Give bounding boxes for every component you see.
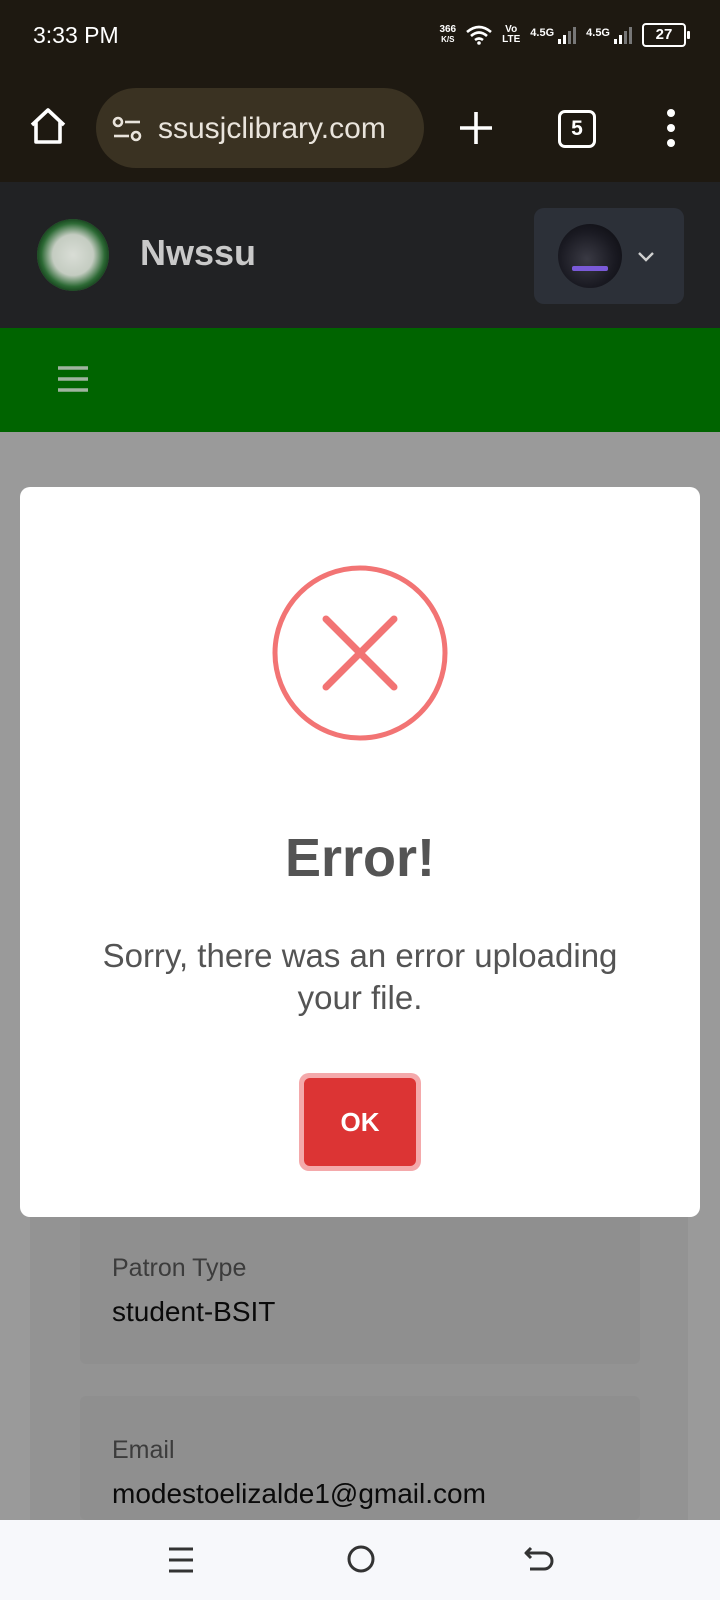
error-x-icon — [272, 565, 448, 741]
status-time: 3:33 PM — [33, 22, 119, 48]
field-label: Email — [112, 1436, 175, 1464]
error-dialog: Error! Sorry, there was an error uploadi… — [20, 487, 700, 1217]
network-speed-unit: K/S — [441, 35, 455, 44]
url-text[interactable]: ssusjclibrary.com — [158, 112, 416, 146]
signal-bar-icon — [568, 30, 572, 44]
back-icon[interactable] — [522, 1542, 556, 1576]
tab-switcher-button[interactable]: 5 — [558, 110, 596, 148]
field-label: Patron Type — [112, 1254, 247, 1282]
field-value: modestoelizalde1@gmail.com — [112, 1478, 486, 1509]
field-value: student-BSIT — [112, 1296, 276, 1327]
chevron-down-icon — [638, 252, 654, 262]
signal-2-label: 4.5G — [586, 26, 610, 39]
recent-apps-icon[interactable] — [166, 1544, 196, 1576]
volte-indicator: Vo LTE — [502, 25, 520, 45]
signal-bar-icon — [614, 38, 617, 44]
home-icon[interactable] — [26, 104, 70, 148]
signal-bar-icon — [619, 34, 622, 44]
site-title[interactable]: Nwssu — [140, 232, 256, 274]
profile-field-patron-type: Patron Type student-BSIT — [80, 1210, 640, 1364]
signal-strength-1: 4.5G — [530, 26, 577, 44]
wifi-icon — [466, 25, 492, 45]
profile-field-email: Email modestoelizalde1@gmail.com — [80, 1396, 640, 1520]
ok-button-focus-ring: OK — [299, 1073, 421, 1171]
home-circle-icon[interactable] — [346, 1544, 376, 1574]
avatar — [558, 224, 622, 288]
browser-toolbar: ssusjclibrary.com 5 — [0, 76, 720, 182]
site-header: Nwssu — [0, 182, 720, 328]
dialog-message: Sorry, there was an error uploading your… — [102, 937, 618, 1016]
new-tab-icon[interactable] — [456, 108, 496, 148]
battery-icon: 27 — [642, 23, 690, 47]
ok-button[interactable]: OK — [304, 1078, 416, 1166]
signal-bar-icon — [563, 34, 567, 44]
nav-bar-green — [0, 328, 720, 432]
site-settings-icon[interactable] — [112, 116, 142, 142]
signal-1-label: 4.5G — [530, 26, 555, 39]
signal-bar-icon — [573, 26, 577, 44]
address-bar[interactable]: ssusjclibrary.com — [96, 88, 424, 168]
network-speed-value: 366 — [439, 24, 457, 35]
signal-bar-icon — [558, 38, 562, 44]
more-menu-icon[interactable] — [656, 106, 686, 150]
hamburger-menu-icon[interactable] — [56, 362, 90, 396]
signal-strength-2: 4.5G — [586, 26, 632, 44]
university-logo[interactable] — [37, 219, 109, 291]
network-speed: 366 K/S — [439, 25, 456, 45]
signal-bar-icon — [629, 26, 632, 44]
signal-bar-icon — [624, 30, 627, 44]
dialog-title: Error! — [284, 828, 436, 888]
status-icons: 366 K/S Vo LTE 4.5G 4.5G 27 — [439, 20, 690, 50]
account-menu-button[interactable] — [534, 208, 684, 304]
status-bar: 3:33 PM 366 K/S Vo LTE 4.5G 4.5G 27 — [0, 0, 720, 76]
system-nav-bar — [0, 1520, 720, 1600]
volte-bottom: LTE — [502, 34, 521, 45]
